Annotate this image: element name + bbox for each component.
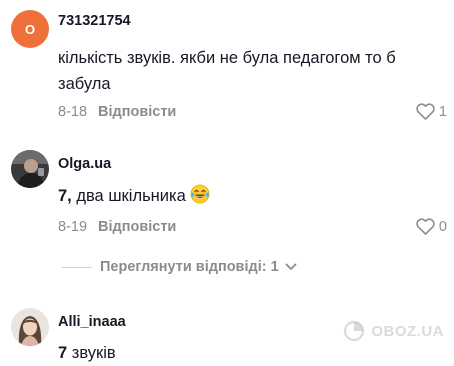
avatar[interactable] (11, 150, 49, 188)
comment-date: 8-18 (58, 104, 88, 120)
comment-username[interactable]: Olga.ua (58, 156, 111, 172)
chevron-down-icon (285, 263, 297, 270)
watermark: OBOZ.UA (343, 320, 444, 342)
comment-text-rest: два шкільника (71, 187, 186, 205)
like-button[interactable]: 1 (416, 103, 447, 120)
comment-text: 7, два шкільника (58, 183, 428, 209)
avatar[interactable] (11, 308, 49, 346)
reply-button[interactable]: Відповісти (98, 104, 176, 120)
avatar-photo (11, 308, 49, 346)
avatar[interactable]: O (11, 10, 49, 48)
oboz-logo-icon (344, 320, 365, 342)
comment-number: 7 (58, 344, 68, 362)
heart-icon (416, 218, 435, 235)
comment-date: 8-19 (58, 219, 88, 235)
comment-text-rest: звуків (67, 344, 116, 362)
reply-button[interactable]: Відповісти (98, 219, 176, 235)
like-button[interactable]: 0 (416, 218, 447, 235)
comment-username[interactable]: 731321754 (58, 13, 131, 29)
avatar-photo (11, 150, 49, 188)
like-count: 1 (438, 103, 447, 120)
like-count: 0 (438, 218, 447, 235)
watermark-text: OBOZ.UA (371, 322, 444, 340)
view-replies-label: Переглянути відповіді: 1 (100, 259, 279, 275)
comment-text: кількість звуків. якби не була педагогом… (58, 49, 396, 93)
comment-username[interactable]: Alli_inaaa (58, 314, 126, 330)
heart-icon (416, 103, 435, 120)
face-with-tears-of-joy-icon (190, 184, 210, 204)
comment-text: 7 звуків (58, 340, 428, 366)
divider (62, 266, 92, 268)
avatar-letter: O (24, 21, 36, 37)
comment-number: 7, (58, 187, 72, 205)
view-replies-button[interactable]: Переглянути відповіді: 1 (62, 259, 297, 275)
